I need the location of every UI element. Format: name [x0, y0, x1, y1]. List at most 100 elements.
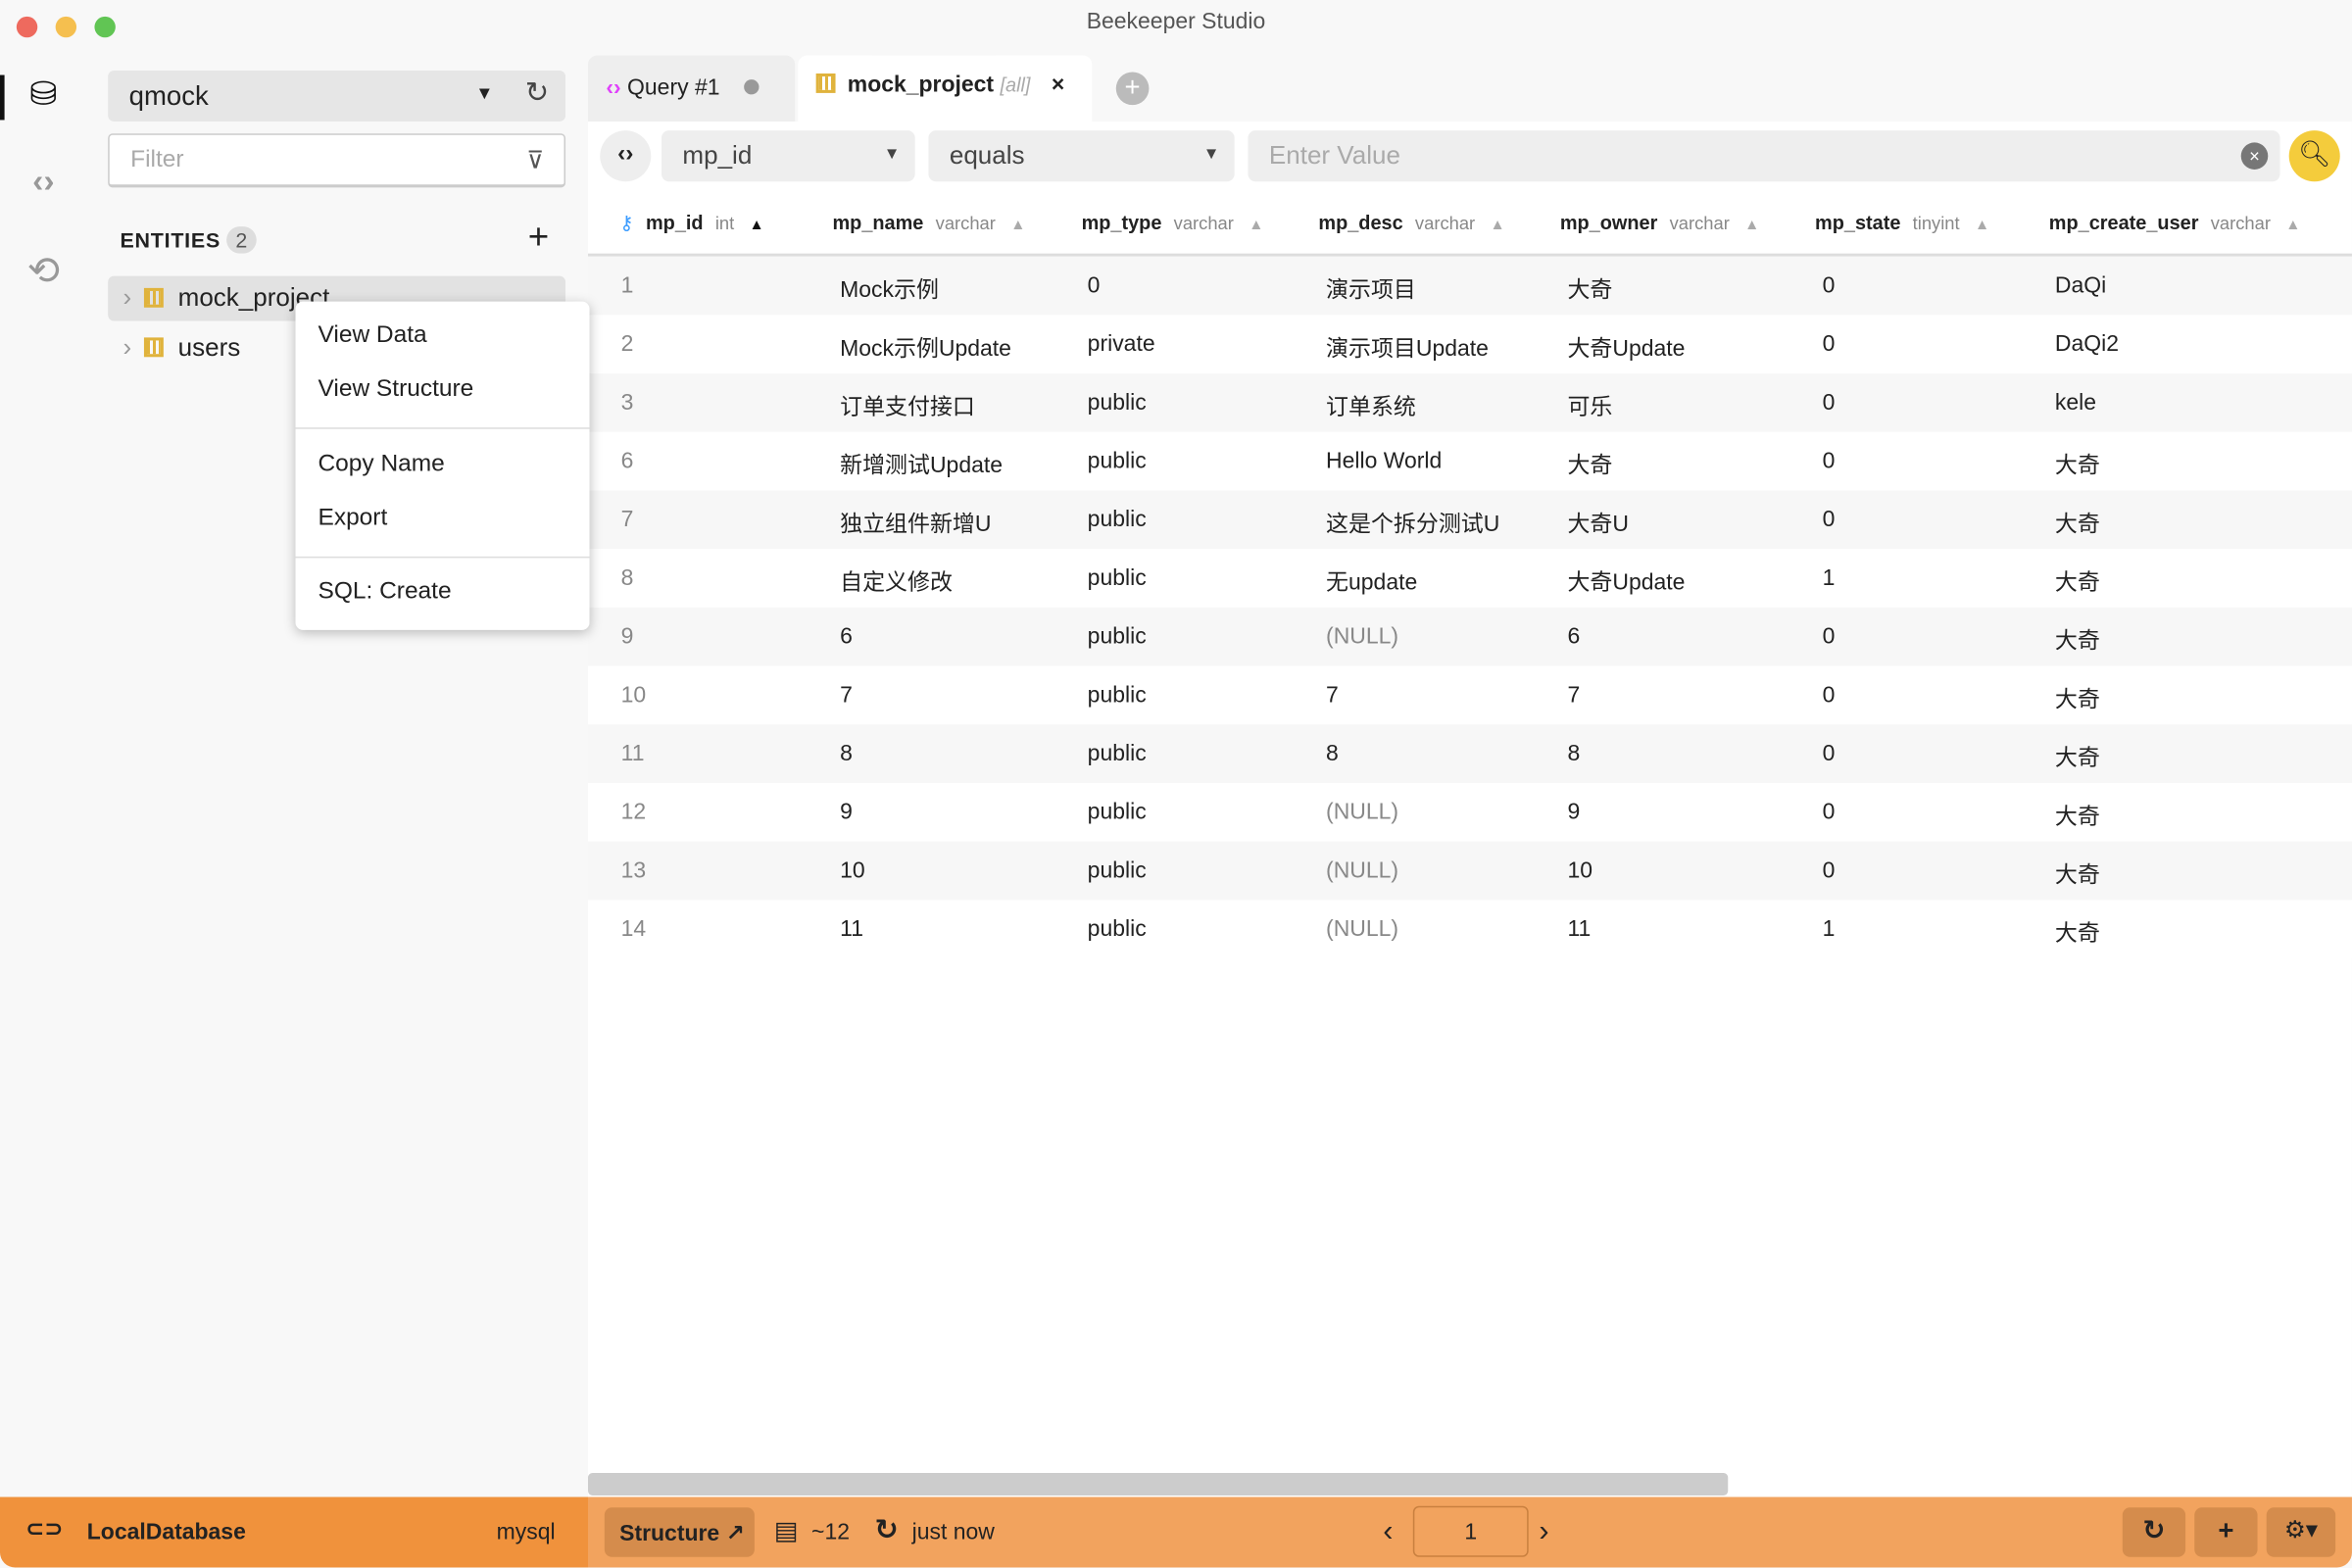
refresh-icon[interactable]: ↻: [525, 76, 549, 111]
code-icon[interactable]: ‹›: [21, 162, 66, 207]
cell-mp_id[interactable]: 7: [621, 507, 634, 532]
cell-mp_type[interactable]: public: [1088, 507, 1147, 532]
cell-mp_desc[interactable]: 演示项目Update: [1326, 331, 1489, 363]
cell-mp_create_user[interactable]: 大奇: [2055, 916, 2100, 948]
cell-mp_state[interactable]: 0: [1823, 858, 1836, 884]
cell-mp_state[interactable]: 0: [1823, 624, 1836, 650]
cell-mp_owner[interactable]: 大奇U: [1567, 507, 1629, 538]
menu-item-view-structure[interactable]: View Structure: [318, 376, 473, 404]
sort-asc-icon[interactable]: ▲: [1490, 218, 1504, 234]
cell-mp_owner[interactable]: 7: [1567, 682, 1580, 708]
cell-mp_state[interactable]: 1: [1823, 565, 1836, 591]
cell-mp_owner[interactable]: 8: [1567, 741, 1580, 766]
table-row[interactable]: 10 7 public 7 7 0 大奇: [587, 665, 2352, 725]
cell-mp_name[interactable]: 独立组件新增U: [840, 507, 991, 538]
table-row[interactable]: 2 Mock示例Update private 演示项目Update 大奇Update 0 D…: [587, 315, 2352, 374]
cell-mp_create_user[interactable]: 大奇: [2055, 682, 2100, 713]
cell-mp_owner[interactable]: 大奇Update: [1567, 331, 1685, 363]
cell-mp_owner[interactable]: 6: [1567, 624, 1580, 650]
cell-mp_create_user[interactable]: 大奇: [2055, 449, 2100, 480]
cell-mp_type[interactable]: public: [1088, 449, 1147, 474]
cell-mp_owner[interactable]: 10: [1567, 858, 1592, 884]
cell-mp_id[interactable]: 14: [621, 916, 647, 942]
table-row[interactable]: 6 新增测试Update public Hello World 大奇 0 大奇: [587, 431, 2352, 491]
cell-mp_create_user[interactable]: DaQi: [2055, 273, 2106, 299]
cell-mp_name[interactable]: 自定义修改: [840, 565, 953, 597]
column-header-mp_id[interactable]: ⚷ mp_id int ▲: [619, 212, 764, 235]
connection-status-bar[interactable]: ⊂⊃ LocalDatabase mysql: [0, 1496, 588, 1568]
cell-mp_state[interactable]: 0: [1823, 273, 1836, 299]
column-header-mp_create_user[interactable]: mp_create_user varchar ▲: [2049, 212, 2301, 234]
structure-button[interactable]: Structure ↗: [604, 1507, 755, 1557]
cell-mp_state[interactable]: 0: [1823, 507, 1836, 532]
cell-mp_name[interactable]: 9: [840, 800, 853, 825]
cell-mp_desc[interactable]: 无update: [1326, 565, 1417, 597]
sort-asc-icon[interactable]: ▲: [1249, 218, 1263, 234]
filter-column-select[interactable]: mp_id ▼: [661, 130, 915, 182]
cell-mp_owner[interactable]: 9: [1567, 800, 1580, 825]
cell-mp_state[interactable]: 0: [1823, 449, 1836, 474]
cell-mp_name[interactable]: Mock示例Update: [840, 331, 1011, 363]
cell-mp_owner[interactable]: 11: [1567, 916, 1591, 942]
cell-mp_state[interactable]: 0: [1823, 800, 1836, 825]
new-tab-button[interactable]: +: [1115, 72, 1150, 106]
menu-item-sql-create[interactable]: SQL: Create: [318, 579, 451, 607]
cell-mp_create_user[interactable]: DaQi2: [2055, 331, 2119, 357]
column-header-mp_name[interactable]: mp_name varchar ▲: [832, 212, 1025, 234]
cell-mp_state[interactable]: 0: [1823, 682, 1836, 708]
cell-mp_name[interactable]: 7: [840, 682, 853, 708]
cell-mp_type[interactable]: private: [1088, 331, 1155, 357]
refresh-button[interactable]: ↻: [2122, 1507, 2186, 1557]
settings-button[interactable]: ⚙▾: [2266, 1507, 2336, 1557]
menu-item-copy-name[interactable]: Copy Name: [318, 452, 444, 479]
cell-mp_create_user[interactable]: 大奇: [2055, 565, 2100, 597]
connection-select[interactable]: qmock ▼ ↻: [108, 70, 566, 122]
cell-mp_id[interactable]: 12: [621, 800, 647, 825]
cell-mp_type[interactable]: public: [1088, 682, 1147, 708]
entity-filter-input[interactable]: Filter ⊽: [108, 133, 566, 188]
tab-query-1[interactable]: ‹› Query #1: [587, 55, 796, 122]
next-page-button[interactable]: ›: [1539, 1515, 1548, 1549]
toggle-raw-filter-button[interactable]: ‹›: [600, 130, 652, 182]
table-row[interactable]: 8 自定义修改 public 无update 大奇Update 1 大奇: [587, 549, 2352, 608]
cell-mp_desc[interactable]: (NULL): [1326, 916, 1398, 942]
cell-mp_name[interactable]: 10: [840, 858, 865, 884]
cell-mp_desc[interactable]: 8: [1326, 741, 1339, 766]
cell-mp_name[interactable]: 8: [840, 741, 853, 766]
cell-mp_desc[interactable]: 演示项目: [1326, 273, 1416, 305]
history-icon[interactable]: ⟲: [21, 248, 66, 293]
cell-mp_desc[interactable]: (NULL): [1326, 800, 1398, 825]
add-entity-button[interactable]: +: [528, 218, 549, 260]
database-icon[interactable]: ⛁: [21, 75, 66, 121]
cell-mp_name[interactable]: Mock示例: [840, 273, 939, 305]
cell-mp_type[interactable]: public: [1088, 800, 1147, 825]
tab-mock-project[interactable]: mock_project [all] ×: [798, 55, 1093, 122]
column-header-mp_state[interactable]: mp_state tinyint ▲: [1815, 212, 1989, 234]
cell-mp_desc[interactable]: 7: [1326, 682, 1339, 708]
sort-asc-icon[interactable]: ▲: [1744, 218, 1759, 234]
sort-asc-icon[interactable]: ▲: [2285, 218, 2300, 234]
sort-asc-icon[interactable]: ▲: [750, 218, 764, 234]
menu-item-view-data[interactable]: View Data: [318, 322, 426, 350]
chevron-right-icon[interactable]: ›: [123, 283, 132, 312]
cell-mp_owner[interactable]: 大奇: [1567, 273, 1612, 305]
cell-mp_type[interactable]: public: [1088, 858, 1147, 884]
table-row[interactable]: 3 订单支付接口 public 订单系统 可乐 0 kele: [587, 373, 2352, 432]
cell-mp_desc[interactable]: (NULL): [1326, 624, 1398, 650]
cell-mp_owner[interactable]: 可乐: [1567, 390, 1612, 421]
cell-mp_create_user[interactable]: kele: [2055, 390, 2096, 416]
cell-mp_id[interactable]: 1: [621, 273, 634, 299]
column-header-mp_desc[interactable]: mp_desc varchar ▲: [1318, 212, 1504, 234]
sort-asc-icon[interactable]: ▲: [1010, 218, 1025, 234]
cell-mp_id[interactable]: 6: [621, 449, 634, 474]
cell-mp_create_user[interactable]: 大奇: [2055, 507, 2100, 538]
horizontal-scrollbar[interactable]: [587, 1473, 1729, 1496]
menu-item-export[interactable]: Export: [318, 506, 387, 533]
filter-value-input[interactable]: Enter Value ×: [1248, 130, 2280, 182]
cell-mp_id[interactable]: 11: [621, 741, 645, 766]
previous-page-button[interactable]: ‹: [1383, 1515, 1393, 1549]
cell-mp_name[interactable]: 11: [840, 916, 863, 942]
cell-mp_owner[interactable]: 大奇Update: [1567, 565, 1685, 597]
table-row[interactable]: 11 8 public 8 8 0 大奇: [587, 724, 2352, 783]
cell-mp_create_user[interactable]: 大奇: [2055, 800, 2100, 831]
